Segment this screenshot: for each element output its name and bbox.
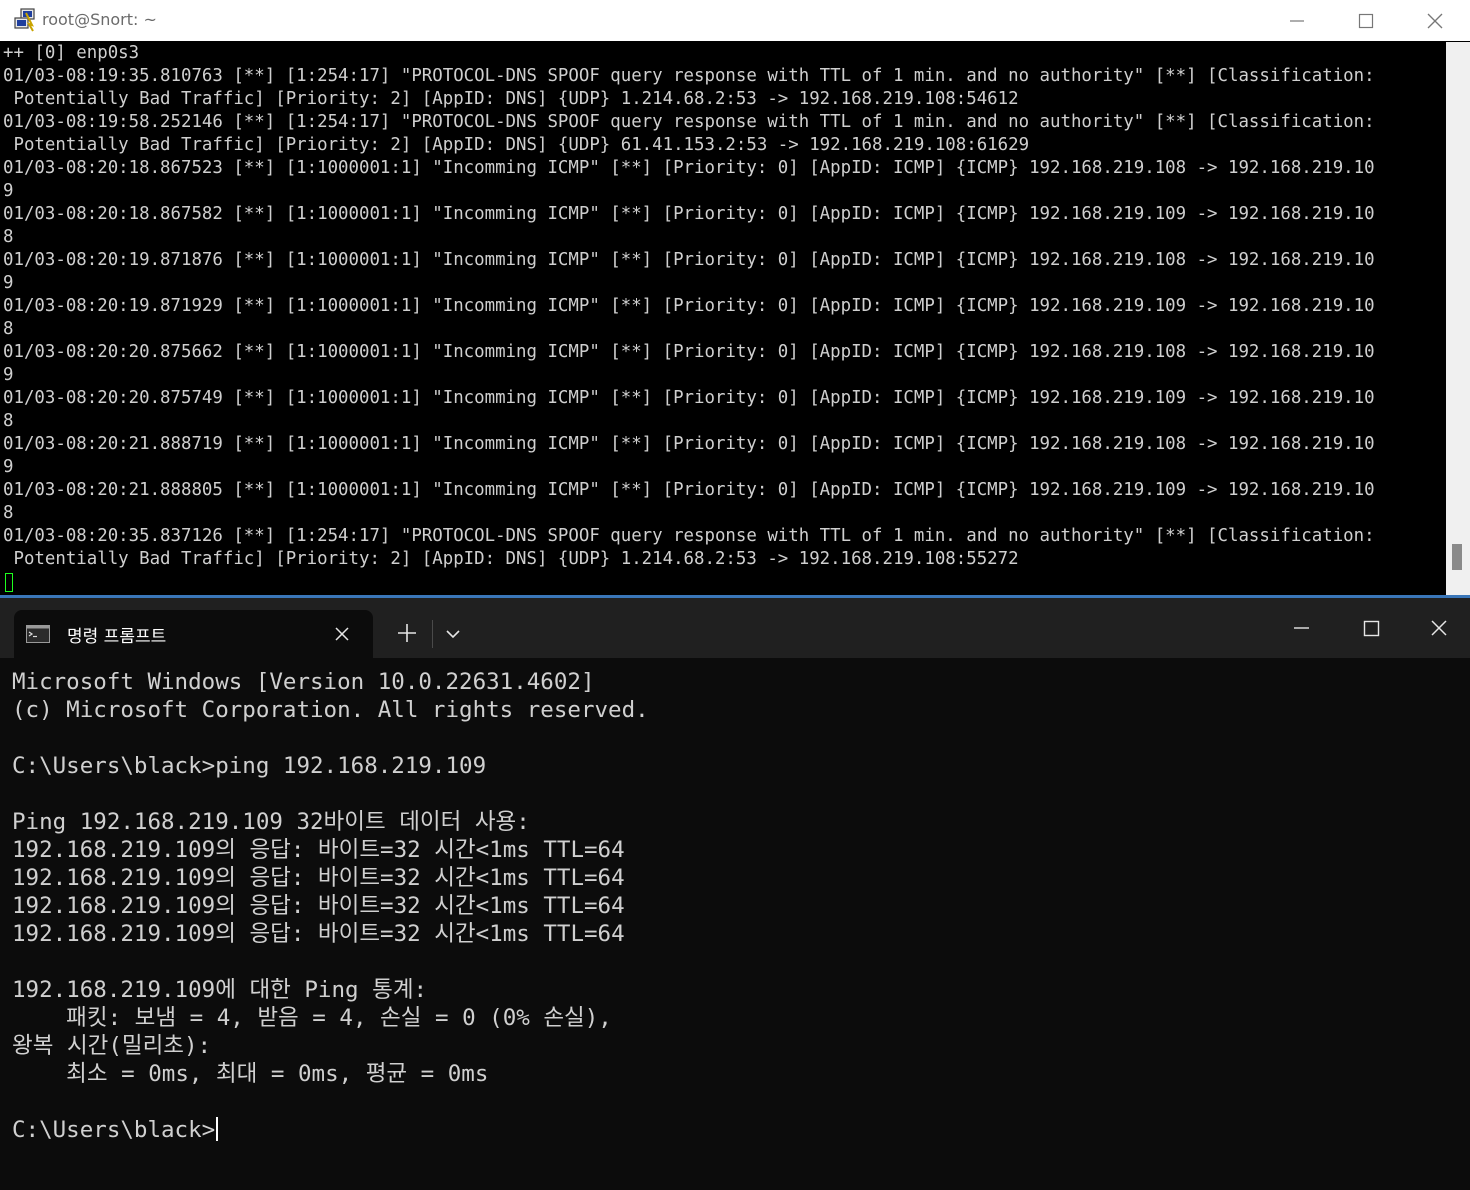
log-line: Potentially Bad Traffic] [Priority: 2] […	[13, 89, 1019, 109]
putty-titlebar[interactable]: root@Snort: ~	[0, 0, 1470, 41]
output-line: 패킷: 보냄 = 4, 받음 = 4, 손실 = 0 (0% 손실),	[66, 1005, 612, 1031]
log-line: 8	[3, 411, 14, 431]
log-line: 01/03-08:20:18.867523 [**] [1:1000001:1]…	[3, 158, 1375, 178]
minimize-icon[interactable]	[1270, 598, 1332, 658]
log-line: 9	[3, 181, 14, 201]
maximize-icon[interactable]	[1340, 598, 1402, 658]
output-line: 192.168.219.109의 응답: 바이트=32 시간<1ms TTL=6…	[12, 837, 625, 863]
tab-title: 명령 프롬프트	[67, 627, 167, 647]
output-line: C:\Users\black>ping 192.168.219.109	[12, 753, 487, 779]
log-line: 9	[3, 457, 14, 477]
chevron-down-icon[interactable]	[443, 624, 463, 644]
cmd-tab-icon	[26, 625, 50, 643]
log-line: 01/03-08:20:20.875749 [**] [1:1000001:1]…	[3, 388, 1375, 408]
cmd-terminal-output[interactable]: Microsoft Windows [Version 10.0.22631.46…	[0, 658, 1470, 1190]
output-line: Microsoft Windows [Version 10.0.22631.46…	[12, 669, 595, 695]
log-line: 8	[3, 319, 14, 339]
output-line: (c) Microsoft Corporation. All rights re…	[12, 697, 649, 723]
output-line: 192.168.219.109의 응답: 바이트=32 시간<1ms TTL=6…	[12, 921, 625, 947]
output-line: 192.168.219.109에 대한 Ping 통계:	[12, 977, 428, 1003]
log-line: 01/03-08:20:35.837126 [**] [1:254:17] "P…	[3, 526, 1375, 546]
close-icon[interactable]	[332, 624, 352, 644]
window-title: root@Snort: ~	[42, 10, 157, 29]
log-line: 01/03-08:20:18.867582 [**] [1:1000001:1]…	[3, 204, 1375, 224]
putty-scrollbar[interactable]	[1446, 42, 1470, 596]
text-cursor	[216, 1117, 219, 1141]
output-line: 192.168.219.109의 응답: 바이트=32 시간<1ms TTL=6…	[12, 865, 625, 891]
log-line: 01/03-08:20:20.875662 [**] [1:1000001:1]…	[3, 342, 1375, 362]
windows-terminal-window: 명령 프롬프트 Microsoft Windows [Version 10.0.…	[0, 598, 1470, 1190]
tab-separator	[432, 620, 433, 648]
maximize-icon	[1358, 13, 1374, 28]
log-line: 01/03-08:20:21.888719 [**] [1:1000001:1]…	[3, 434, 1375, 454]
log-line: 01/03-08:20:19.871929 [**] [1:1000001:1]…	[3, 296, 1375, 316]
output-line: 최소 = 0ms, 최대 = 0ms, 평균 = 0ms	[66, 1061, 489, 1087]
tab-bar[interactable]: 명령 프롬프트	[0, 598, 1470, 658]
plus-icon[interactable]	[394, 620, 420, 646]
log-line: 01/03-08:20:19.871876 [**] [1:1000001:1]…	[3, 250, 1375, 270]
log-line: ++ [0] enp0s3	[3, 43, 140, 63]
putty-window: root@Snort: ~ ++ [0] enp0s3 01/03-08:19:…	[0, 0, 1470, 598]
close-icon	[1427, 13, 1443, 28]
cmd-output: Microsoft Windows [Version 10.0.22631.46…	[0, 658, 1470, 1144]
scrollbar-thumb[interactable]	[1452, 544, 1462, 570]
ping-output: Microsoft Windows [Version 10.0.22631.46…	[12, 669, 649, 1087]
output-line: 192.168.219.109의 응답: 바이트=32 시간<1ms TTL=6…	[12, 893, 625, 919]
log-line: 9	[3, 365, 14, 385]
log-line: 01/03-08:19:35.810763 [**] [1:254:17] "P…	[3, 66, 1375, 86]
command-prompt: C:\Users\black>	[12, 1117, 216, 1143]
close-button[interactable]	[1400, 0, 1470, 41]
tab-command-prompt[interactable]: 명령 프롬프트	[14, 610, 373, 658]
log-line: Potentially Bad Traffic] [Priority: 2] […	[13, 135, 1030, 155]
log-line: 9	[3, 273, 14, 293]
log-line: 01/03-08:20:21.888805 [**] [1:1000001:1]…	[3, 480, 1375, 500]
close-icon[interactable]	[1408, 598, 1470, 658]
output-line: Ping 192.168.219.109 32바이트 데이터 사용:	[12, 809, 530, 835]
minimize-button[interactable]	[1262, 0, 1332, 41]
output-line: 왕복 시간(밀리초):	[12, 1033, 212, 1059]
maximize-button[interactable]	[1331, 0, 1401, 41]
log-line: 01/03-08:19:58.252146 [**] [1:254:17] "P…	[3, 112, 1375, 132]
putty-terminal-output[interactable]: ++ [0] enp0s3 01/03-08:19:35.810763 [**]…	[0, 42, 1446, 596]
log-line: 8	[3, 503, 14, 523]
log-line: 8	[3, 227, 14, 247]
putty-app-icon	[14, 8, 35, 32]
log-line: Potentially Bad Traffic] [Priority: 2] […	[13, 549, 1019, 569]
snort-alert-log: ++ [0] enp0s3 01/03-08:19:35.810763 [**]…	[0, 42, 1446, 571]
minimize-icon	[1290, 19, 1304, 22]
terminal-cursor	[5, 573, 13, 592]
